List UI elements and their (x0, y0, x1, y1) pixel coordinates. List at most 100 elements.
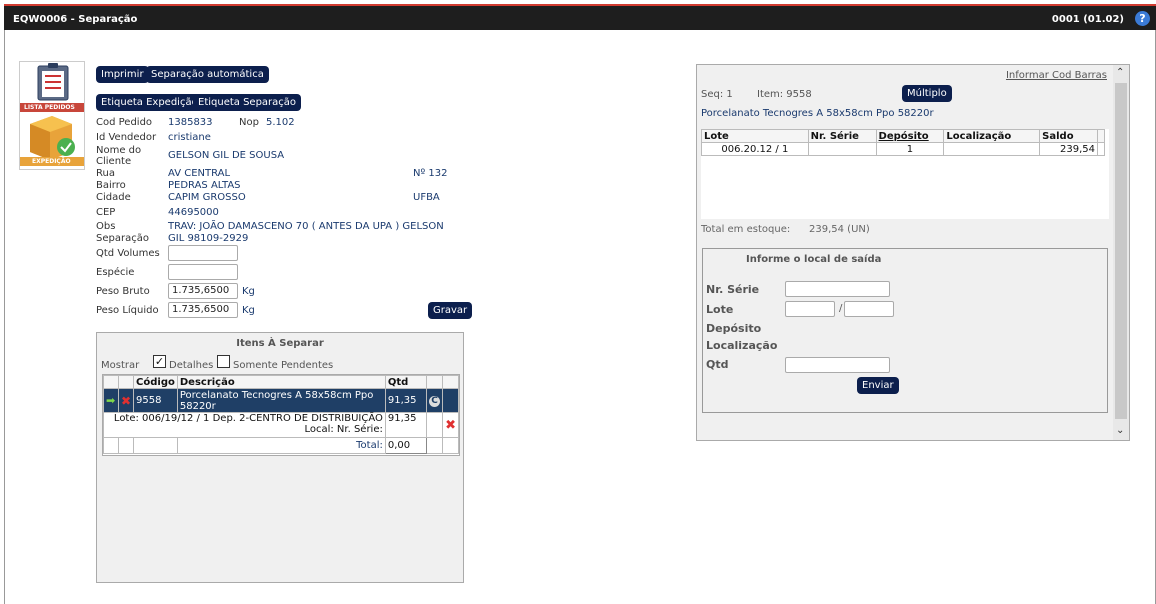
lote-label: Lote (706, 303, 734, 316)
etiqueta-separacao-button[interactable]: Etiqueta Separação (193, 94, 302, 111)
col-blank-2 (117, 375, 135, 389)
enviar-button[interactable]: Enviar (857, 377, 899, 394)
col-lote: Lote (701, 129, 809, 143)
deposito-label: Depósito (706, 322, 762, 335)
separacao-label: Separação (96, 233, 149, 244)
col-blank-3 (426, 375, 444, 389)
localizacao-label: Localização (706, 339, 778, 352)
items-table: Código Descrição Qtd ➡ ✖ 9558 Porcelanat… (102, 374, 460, 456)
numero-value: Nº 132 (413, 168, 448, 179)
row-blank (442, 388, 459, 413)
qtd-volumes-input[interactable] (168, 245, 238, 261)
items-panel-title: Itens À Separar (236, 338, 324, 349)
refresh-icon[interactable]: C (426, 388, 444, 413)
gravar-button[interactable]: Gravar (428, 302, 473, 319)
saida-title: Informe o local de saída (746, 254, 882, 265)
cod-pedido-value: 1385833 (168, 117, 213, 128)
scroll-up-icon[interactable]: ⌃ (1116, 67, 1124, 78)
row-deposito: 1 (875, 142, 945, 156)
peso-bruto-unit: Kg (242, 286, 255, 297)
col-localizacao: Localização (943, 129, 1041, 143)
obs-value: TRAV: JOÃO DAMASCENO 70 ( ANTES DA UPA )… (168, 221, 444, 232)
logo-bottom-label: EXPEDIÇÃO (32, 158, 71, 165)
stock-table: Lote Nr. Série Depósito Localização Sald… (701, 129, 1109, 219)
cidade-value: CAPIM GROSSO (168, 192, 246, 203)
separacao-value: GIL 98109-2929 (168, 233, 249, 244)
peso-liquido-label: Peso Líquido (96, 305, 159, 316)
imprimir-button[interactable]: Imprimir (96, 66, 149, 83)
detail-blank (426, 412, 444, 438)
scrollbar[interactable]: ⌃ ⌄ (1113, 65, 1129, 440)
nome-cliente-label: Nome do Cliente (96, 145, 142, 167)
peso-liquido-input[interactable]: 1.735,6500 (168, 302, 238, 318)
especie-label: Espécie (96, 267, 135, 278)
col-deposito[interactable]: Depósito (875, 129, 945, 143)
somente-pendentes-checkbox[interactable] (217, 355, 230, 368)
separacao-automatica-button[interactable]: Separação automática (146, 66, 269, 83)
especie-input[interactable] (168, 264, 238, 280)
row-saldo: 239,54 (1039, 142, 1098, 156)
table-row[interactable]: 006.20.12 / 1 1 239,54 (701, 142, 1106, 156)
scrollbar-thumb[interactable] (1115, 83, 1127, 419)
row-qtd: 91,35 (384, 388, 428, 413)
col-blank-1 (103, 375, 119, 389)
lote-input-1[interactable] (785, 301, 835, 317)
qtd-volumes-label: Qtd Volumes (96, 248, 160, 259)
somente-pendentes-label: Somente Pendentes (233, 360, 334, 371)
col-nr-serie: Nr. Série (807, 129, 877, 143)
total-blank-1 (103, 437, 119, 454)
saida-box: Informe o local de saída Nr. Série Lote … (702, 248, 1108, 413)
total-input[interactable]: 0,00 (384, 437, 428, 454)
table-row[interactable]: ➡ ✖ 9558 Porcelanato Tecnogres A 58x58cm… (103, 388, 459, 413)
col-blank (1096, 129, 1106, 143)
col-blank-4 (442, 375, 459, 389)
multiplo-button[interactable]: Múltiplo (902, 85, 952, 102)
arrow-right-icon: ➡ (103, 388, 119, 413)
nr-serie-label: Nr. Série (706, 283, 760, 296)
bairro-value: PEDRAS ALTAS (168, 180, 241, 191)
total-row: Total: 0,00 (103, 437, 459, 454)
total-blank-2 (117, 437, 135, 454)
help-icon[interactable]: ? (1135, 11, 1150, 26)
nop-value: 5.102 (266, 117, 295, 128)
rua-value: AV CENTRAL (168, 168, 231, 179)
window-title: EQW0006 - Separação (13, 14, 138, 25)
detalhes-checkbox-icon[interactable]: ✓ (153, 355, 166, 368)
col-qtd: Qtd (384, 375, 428, 389)
detail-cell: Lote: 006/19/12 / 1 Dep. 2-CENTRO DE DIS… (103, 412, 386, 438)
col-saldo: Saldo (1039, 129, 1098, 143)
total-label: Total: (176, 437, 386, 454)
total-blank-3 (133, 437, 178, 454)
scroll-down-icon[interactable]: ⌄ (1116, 425, 1124, 436)
col-codigo: Código (133, 375, 178, 389)
nop-label: Nop (239, 117, 259, 128)
peso-bruto-label: Peso Bruto (96, 286, 150, 297)
rua-label: Rua (96, 168, 115, 179)
delete-detail-icon[interactable]: ✖ (442, 412, 459, 438)
row-blank (1096, 142, 1106, 156)
qtd-input[interactable] (785, 357, 890, 373)
peso-bruto-input[interactable]: 1.735,6500 (168, 283, 238, 299)
cep-label: CEP (96, 207, 116, 218)
item-label: Item: 9558 (757, 89, 812, 100)
delete-icon[interactable]: ✖ (117, 388, 135, 413)
cod-pedido-label: Cod Pedido (96, 117, 153, 128)
informar-cod-barras-link[interactable]: Informar Cod Barras (1006, 70, 1107, 81)
items-panel: Itens À Separar Mostrar ✓ Detalhes Somen… (96, 332, 464, 583)
detail-local: Local: Nr. Série: (304, 424, 383, 435)
cep-value: 44695000 (168, 207, 219, 218)
row-descricao: Porcelanato Tecnogres A 58x58cm Ppo 5822… (176, 388, 386, 413)
nr-serie-input[interactable] (785, 281, 890, 297)
row-lote: 006.20.12 / 1 (701, 142, 809, 156)
lote-input-2[interactable] (844, 301, 894, 317)
mostrar-label: Mostrar (101, 360, 140, 371)
uf-value: UFBA (413, 192, 440, 203)
detail-qtd: 91,35 (384, 412, 428, 438)
version-label: 0001 (01.02) (1051, 14, 1124, 25)
etiqueta-expedicao-button[interactable]: Etiqueta Expedição (96, 94, 203, 111)
app-logo: LISTA PEDIDOS EXPEDIÇÃO (19, 61, 85, 170)
col-descricao: Descrição (176, 375, 386, 389)
row-codigo: 9558 (133, 388, 178, 413)
total-blank-5 (442, 437, 459, 454)
obs-label: Obs (96, 221, 116, 232)
